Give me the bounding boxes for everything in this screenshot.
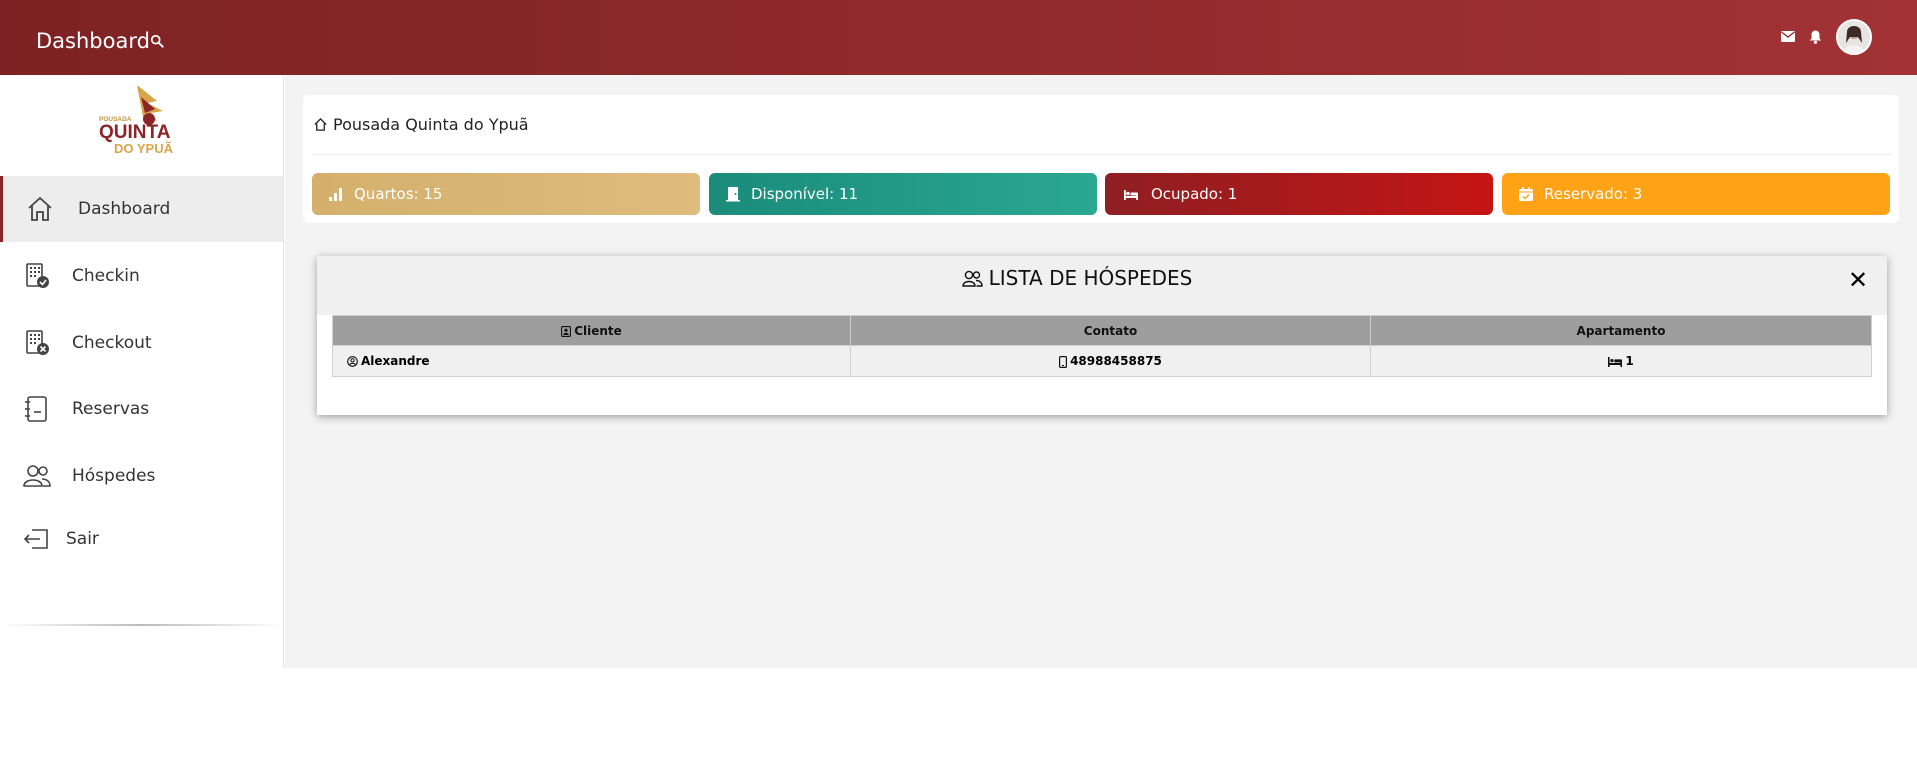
dashboard-card: Pousada Quinta do Ypuã Quartos: 15 Dispo…	[303, 95, 1899, 223]
bed-icon	[1124, 190, 1138, 200]
bell-icon[interactable]	[1809, 30, 1822, 44]
stat-label: Disponível: 11	[751, 185, 859, 203]
svg-text:QUINTA: QUINTA	[99, 122, 171, 143]
phone-icon	[1059, 355, 1068, 368]
home-icon	[28, 197, 52, 221]
breadcrumb-text: Pousada Quinta do Ypuã	[333, 115, 529, 134]
column-header-contato[interactable]: Contato	[850, 315, 1371, 346]
home-icon	[314, 117, 327, 131]
door-icon	[726, 187, 740, 202]
pousada-logo: POUSADA QUINTA DO YPUÃ	[99, 85, 174, 156]
table-header-row: Cliente Contato Apartamento	[332, 315, 1872, 346]
column-header-cliente[interactable]: Cliente	[332, 315, 851, 346]
column-header-apartamento[interactable]: Apartamento	[1370, 315, 1872, 346]
bar-chart-icon	[329, 188, 342, 201]
guest-list-modal: LISTA DE HÓSPEDES ✕ Cliente Contato Apar…	[317, 256, 1887, 415]
user-avatar[interactable]	[1836, 19, 1872, 55]
sidebar-item-label: Checkout	[72, 333, 152, 353]
table-row[interactable]: Alexandre 48988458875 1	[332, 345, 1872, 377]
stat-ocupado[interactable]: Ocupado: 1	[1105, 173, 1493, 215]
stat-label: Reservado: 3	[1544, 185, 1643, 203]
close-button[interactable]: ✕	[1848, 269, 1868, 293]
stat-disponivel[interactable]: Disponível: 11	[709, 173, 1097, 215]
card-divider	[313, 154, 1891, 155]
cell-cliente: Alexandre	[332, 345, 851, 377]
mail-icon[interactable]	[1781, 31, 1795, 42]
bed-icon	[1608, 356, 1623, 367]
sidebar-item-sair[interactable]: Sair	[0, 506, 283, 572]
stat-label: Ocupado: 1	[1151, 185, 1238, 203]
journal-icon	[25, 396, 47, 422]
sidebar-divider	[0, 624, 284, 626]
navbar-title[interactable]: Dashboard	[36, 29, 150, 53]
sidebar-item-label: Dashboard	[78, 199, 171, 219]
search-icon[interactable]	[150, 34, 164, 48]
building-x-icon	[26, 330, 49, 355]
modal-body: Cliente Contato Apartamento Alexandre 48…	[317, 315, 1887, 415]
guest-table: Cliente Contato Apartamento Alexandre 48…	[332, 315, 1872, 377]
stat-label: Quartos: 15	[354, 185, 443, 203]
person-badge-icon	[561, 325, 572, 337]
breadcrumb: Pousada Quinta do Ypuã	[313, 115, 529, 134]
sidebar-item-label: Checkin	[72, 266, 140, 286]
cell-apartamento: 1	[1370, 345, 1872, 377]
sidebar-item-hospedes[interactable]: Hóspedes	[0, 443, 283, 509]
main-content: Pousada Quinta do Ypuã Quartos: 15 Dispo…	[285, 75, 1917, 668]
svg-text:DO YPUÃ: DO YPUÃ	[114, 141, 174, 156]
modal-title-text: LISTA DE HÓSPEDES	[988, 266, 1193, 290]
stat-reservado[interactable]: Reservado: 3	[1502, 173, 1890, 215]
top-navbar: Dashboard	[0, 0, 1917, 75]
sidebar-item-reservas[interactable]: Reservas	[0, 376, 283, 442]
building-check-icon	[26, 263, 49, 288]
logout-icon	[23, 529, 48, 549]
sidebar-item-checkin[interactable]: Checkin	[0, 243, 283, 309]
cell-contato: 48988458875	[850, 345, 1371, 377]
modal-title: LISTA DE HÓSPEDES	[317, 266, 1837, 290]
people-icon	[23, 465, 51, 487]
sidebar-item-label: Reservas	[72, 399, 150, 419]
sidebar: POUSADA QUINTA DO YPUÃ Dashboard Checkin…	[0, 75, 284, 668]
people-icon	[961, 270, 983, 287]
person-circle-icon	[347, 356, 358, 367]
stat-quartos[interactable]: Quartos: 15	[312, 173, 700, 215]
sidebar-item-checkout[interactable]: Checkout	[0, 310, 283, 376]
sidebar-item-label: Sair	[66, 529, 99, 549]
sidebar-item-dashboard[interactable]: Dashboard	[0, 176, 283, 242]
sidebar-item-label: Hóspedes	[72, 466, 156, 486]
calendar-check-icon	[1519, 187, 1533, 201]
